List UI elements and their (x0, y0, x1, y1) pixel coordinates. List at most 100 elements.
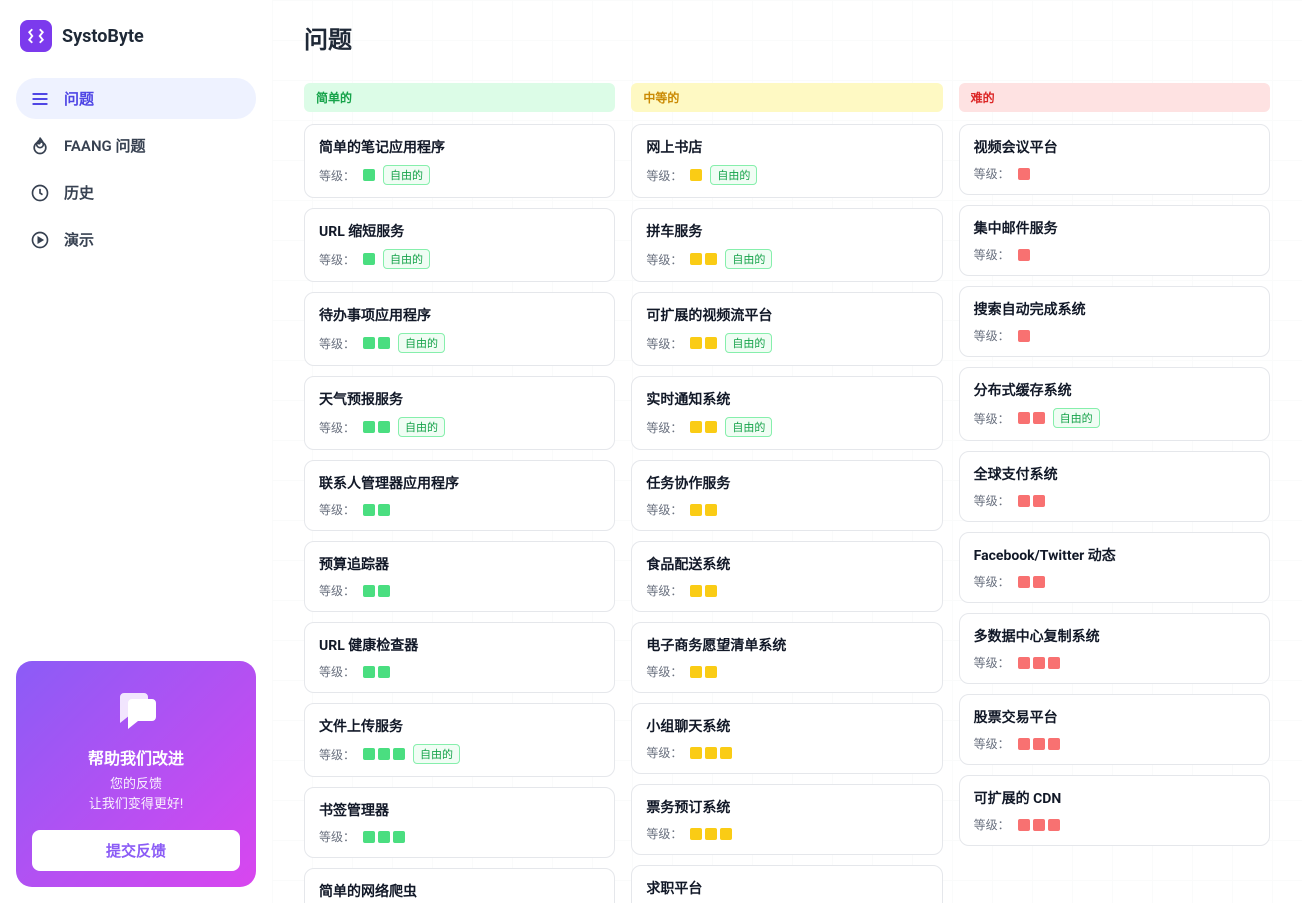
level-dot (1018, 412, 1030, 424)
level-dot (720, 747, 732, 759)
column-easy: 简单的简单的笔记应用程序等级：自由的URL 缩短服务等级：自由的待办事项应用程序… (304, 83, 615, 903)
problem-card[interactable]: 网上书店等级：自由的 (631, 124, 942, 198)
problem-meta: 等级： (974, 492, 1255, 509)
level-dot (705, 585, 717, 597)
level-dot (1033, 819, 1045, 831)
problem-card[interactable]: 求职平台等级： (631, 865, 942, 903)
problem-card[interactable]: 视频会议平台等级： (959, 124, 1270, 195)
level-dot (393, 831, 405, 843)
feedback-card: 帮助我们改进 您的反馈 让我们变得更好! 提交反馈 (16, 661, 256, 887)
level-label: 等级： (646, 663, 682, 680)
nav-item-fire[interactable]: FAANG 问题 (16, 125, 256, 166)
level-dot (363, 253, 375, 265)
problem-card[interactable]: 股票交易平台等级： (959, 694, 1270, 765)
problem-title: 股票交易平台 (974, 707, 1255, 727)
problem-title: 分布式缓存系统 (974, 380, 1255, 400)
problem-card[interactable]: 预算追踪器等级： (304, 541, 615, 612)
nav-label: 演示 (64, 229, 94, 250)
free-badge: 自由的 (383, 249, 430, 269)
problem-meta: 等级： (319, 582, 600, 599)
level-dots (1018, 738, 1060, 750)
problem-card[interactable]: 食品配送系统等级： (631, 541, 942, 612)
problem-card[interactable]: 分布式缓存系统等级：自由的 (959, 367, 1270, 441)
level-label: 等级： (646, 251, 682, 268)
free-badge: 自由的 (725, 333, 772, 353)
problem-card[interactable]: Facebook/Twitter 动态等级： (959, 532, 1270, 603)
problem-card[interactable]: 简单的网络爬虫等级： (304, 868, 615, 903)
page-title: 问题 (304, 20, 1270, 55)
level-dots (363, 666, 390, 678)
problem-meta: 等级：自由的 (974, 408, 1255, 428)
problem-title: 拼车服务 (646, 221, 927, 241)
level-label: 等级： (319, 167, 355, 184)
problem-card[interactable]: 联系人管理器应用程序等级： (304, 460, 615, 531)
column-hard: 难的视频会议平台等级：集中邮件服务等级：搜索自动完成系统等级：分布式缓存系统等级… (959, 83, 1270, 903)
nav-label: 历史 (64, 182, 94, 203)
free-badge: 自由的 (725, 417, 772, 437)
level-dot (690, 585, 702, 597)
problem-title: 全球支付系统 (974, 464, 1255, 484)
problem-card[interactable]: 全球支付系统等级： (959, 451, 1270, 522)
problem-card[interactable]: 集中邮件服务等级： (959, 205, 1270, 276)
nav-item-play[interactable]: 演示 (16, 219, 256, 260)
problem-meta: 等级：自由的 (646, 165, 927, 185)
problem-card[interactable]: 票务预订系统等级： (631, 784, 942, 855)
level-label: 等级： (646, 825, 682, 842)
column-header-easy: 简单的 (304, 83, 615, 112)
problem-card[interactable]: 书签管理器等级： (304, 787, 615, 858)
main-content: 问题 简单的简单的笔记应用程序等级：自由的URL 缩短服务等级：自由的待办事项应… (272, 0, 1302, 903)
problem-card[interactable]: 可扩展的 CDN等级： (959, 775, 1270, 846)
level-dot (1018, 249, 1030, 261)
level-dot (705, 337, 717, 349)
level-dot (705, 747, 717, 759)
level-dot (1033, 495, 1045, 507)
level-dot (1033, 738, 1045, 750)
problem-title: 食品配送系统 (646, 554, 927, 574)
problem-card[interactable]: 小组聊天系统等级： (631, 703, 942, 774)
level-dot (1018, 738, 1030, 750)
problem-card[interactable]: 天气预报服务等级：自由的 (304, 376, 615, 450)
level-dot (1018, 657, 1030, 669)
problem-meta: 等级： (974, 735, 1255, 752)
problem-card[interactable]: URL 缩短服务等级：自由的 (304, 208, 615, 282)
level-dots (690, 585, 717, 597)
problem-meta: 等级： (974, 165, 1255, 182)
problem-title: 实时通知系统 (646, 389, 927, 409)
level-dot (378, 831, 390, 843)
level-label: 等级： (646, 419, 682, 436)
problem-card[interactable]: 文件上传服务等级：自由的 (304, 703, 615, 777)
free-badge: 自由的 (1053, 408, 1100, 428)
problem-meta: 等级： (646, 582, 927, 599)
problem-card[interactable]: URL 健康检查器等级： (304, 622, 615, 693)
problem-meta: 等级： 自由的 (646, 417, 927, 437)
submit-feedback-button[interactable]: 提交反馈 (32, 830, 240, 871)
level-dot (363, 748, 375, 760)
nav-item-list[interactable]: 问题 (16, 78, 256, 119)
level-dots (1018, 576, 1045, 588)
problem-card[interactable]: 实时通知系统等级： 自由的 (631, 376, 942, 450)
problem-title: 视频会议平台 (974, 137, 1255, 157)
level-dots (363, 253, 375, 265)
level-label: 等级： (319, 251, 355, 268)
problem-card[interactable]: 电子商务愿望清单系统等级： (631, 622, 942, 693)
brand[interactable]: SystoByte (16, 16, 256, 70)
level-label: 等级： (646, 167, 682, 184)
problem-card[interactable]: 待办事项应用程序等级：自由的 (304, 292, 615, 366)
level-label: 等级： (646, 501, 682, 518)
nav-item-clock[interactable]: 历史 (16, 172, 256, 213)
problem-card[interactable]: 简单的笔记应用程序等级：自由的 (304, 124, 615, 198)
level-dots (1018, 495, 1045, 507)
problem-card[interactable]: 多数据中心复制系统等级： (959, 613, 1270, 684)
problem-meta: 等级：自由的 (319, 744, 600, 764)
level-dot (363, 831, 375, 843)
problem-meta: 等级： (319, 828, 600, 845)
level-dot (1033, 657, 1045, 669)
problem-card[interactable]: 任务协作服务等级： (631, 460, 942, 531)
level-label: 等级： (319, 419, 355, 436)
problem-title: 文件上传服务 (319, 716, 600, 736)
problem-card[interactable]: 拼车服务等级：自由的 (631, 208, 942, 282)
level-dot (363, 337, 375, 349)
problem-card[interactable]: 可扩展的视频流平台等级：自由的 (631, 292, 942, 366)
problem-card[interactable]: 搜索自动完成系统等级： (959, 286, 1270, 357)
level-dot (705, 828, 717, 840)
